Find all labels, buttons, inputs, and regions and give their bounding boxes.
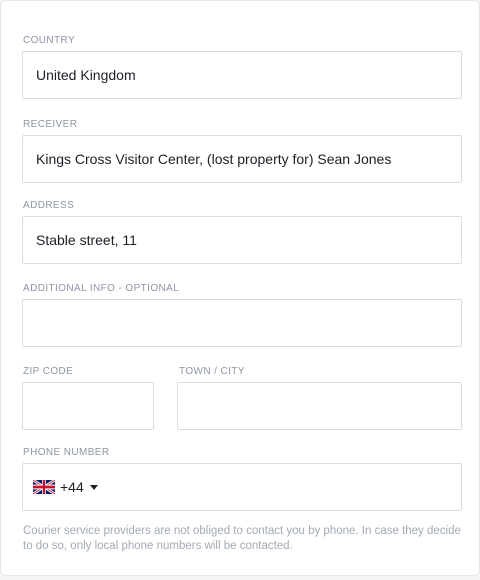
- country-input[interactable]: [36, 67, 448, 83]
- uk-flag-icon: [33, 480, 55, 494]
- country-field[interactable]: [22, 51, 462, 99]
- town-city-input[interactable]: [191, 398, 448, 414]
- receiver-field[interactable]: [22, 135, 462, 183]
- additional-info-input[interactable]: [36, 315, 448, 331]
- country-label: COUNTRY: [23, 35, 76, 46]
- country-code-selector[interactable]: +44: [33, 479, 98, 495]
- phone-number-label: PHONE NUMBER: [23, 447, 110, 458]
- town-city-label: TOWN / CITY: [179, 366, 245, 377]
- additional-info-field[interactable]: [22, 299, 462, 347]
- zip-code-field[interactable]: [22, 382, 154, 430]
- zip-code-input[interactable]: [36, 398, 140, 414]
- country-code: +44: [60, 479, 84, 495]
- phone-number-input[interactable]: [107, 479, 448, 495]
- shipping-form: COUNTRY RECEIVER ADDRESS ADDITIONAL INFO…: [0, 0, 480, 576]
- zip-code-label: ZIP CODE: [23, 366, 74, 377]
- address-label: ADDRESS: [23, 200, 75, 211]
- chevron-down-icon: [89, 485, 98, 490]
- phone-number-field[interactable]: +44: [22, 463, 462, 511]
- receiver-input[interactable]: [36, 151, 448, 167]
- receiver-label: RECEIVER: [23, 119, 78, 130]
- additional-info-label: ADDITIONAL INFO - OPTIONAL: [23, 283, 180, 294]
- town-city-field[interactable]: [177, 382, 462, 430]
- address-input[interactable]: [36, 232, 448, 248]
- phone-disclaimer: Courier service providers are not oblige…: [23, 525, 461, 552]
- address-field[interactable]: [22, 216, 462, 264]
